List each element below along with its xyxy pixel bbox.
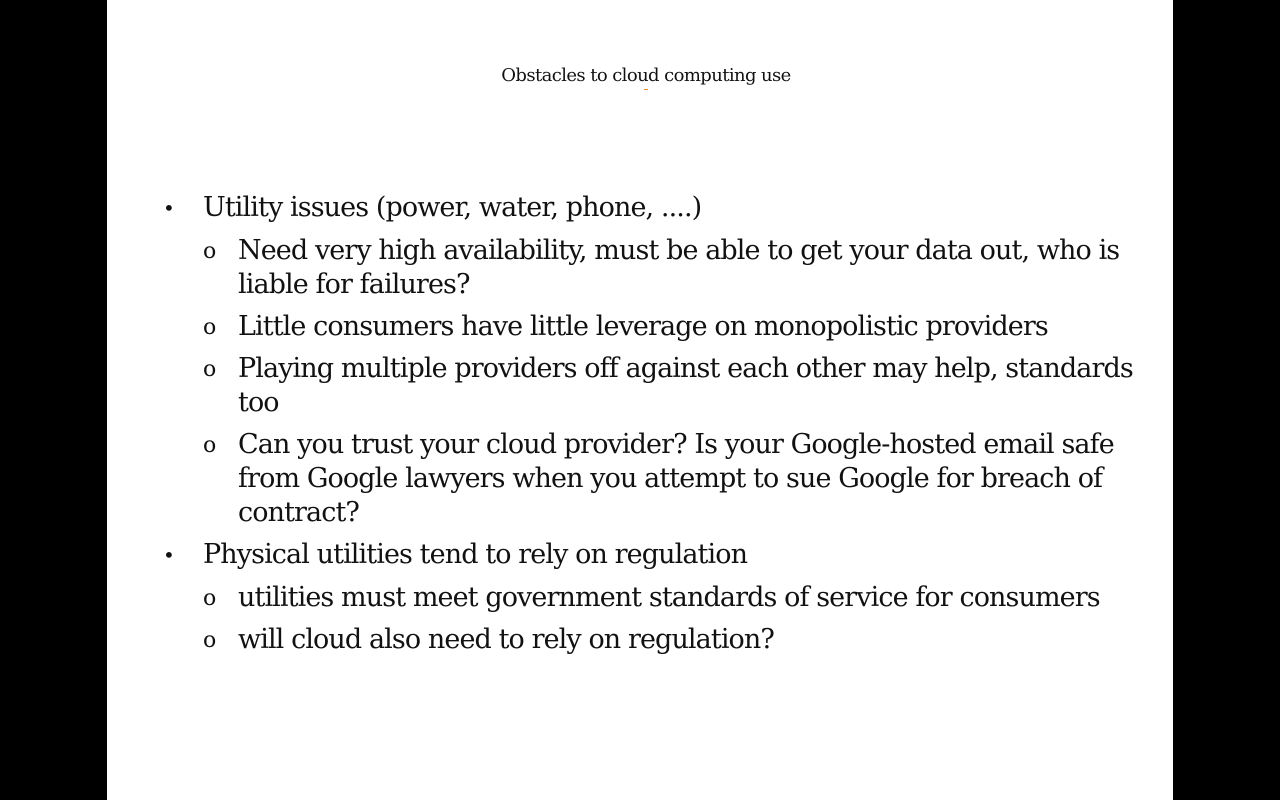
slide: Obstacles to cloud computing use • Utili… bbox=[107, 0, 1173, 800]
bullet-item: • Physical utilities tend to rely on reg… bbox=[107, 538, 1173, 572]
slide-title: Obstacles to cloud computing use bbox=[501, 65, 791, 86]
bullet-text: Utility issues (power, water, phone, ...… bbox=[203, 192, 702, 223]
sub-bullet-item: o will cloud also need to rely on regula… bbox=[107, 623, 1173, 657]
sub-bullet-text: Can you trust your cloud provider? Is yo… bbox=[238, 429, 1115, 528]
sub-bullet-text: utilities must meet government standards… bbox=[238, 582, 1101, 613]
bullet-text: Physical utilities tend to rely on regul… bbox=[203, 539, 748, 570]
sub-bullet-item: o Little consumers have little leverage … bbox=[107, 310, 1173, 344]
bullet-item: • Utility issues (power, water, phone, .… bbox=[107, 191, 1173, 225]
bullet-icon: • bbox=[163, 543, 175, 567]
sub-bullet-item: o Can you trust your cloud provider? Is … bbox=[107, 428, 1173, 530]
sub-bullet-text: Need very high availability, must be abl… bbox=[238, 235, 1120, 300]
sub-bullet-icon: o bbox=[203, 433, 216, 458]
sub-bullet-text: Playing multiple providers off against e… bbox=[238, 353, 1134, 418]
bullet-list: • Utility issues (power, water, phone, .… bbox=[107, 191, 1173, 665]
sub-bullet-icon: o bbox=[203, 239, 216, 264]
sub-bullet-text: Little consumers have little leverage on… bbox=[238, 311, 1049, 342]
sub-bullet-item: o Playing multiple providers off against… bbox=[107, 352, 1173, 420]
presentation-viewer: Obstacles to cloud computing use • Utili… bbox=[0, 0, 1280, 800]
bullet-icon: • bbox=[163, 196, 175, 220]
sub-bullet-icon: o bbox=[203, 586, 216, 611]
sub-bullet-icon: o bbox=[203, 357, 216, 382]
sub-bullet-icon: o bbox=[203, 628, 216, 653]
sub-bullet-item: o Need very high availability, must be a… bbox=[107, 234, 1173, 302]
sub-bullet-item: o utilities must meet government standar… bbox=[107, 581, 1173, 615]
cursor-mark bbox=[644, 89, 648, 90]
sub-bullet-icon: o bbox=[203, 315, 216, 340]
sub-bullet-text: will cloud also need to rely on regulati… bbox=[238, 624, 775, 655]
